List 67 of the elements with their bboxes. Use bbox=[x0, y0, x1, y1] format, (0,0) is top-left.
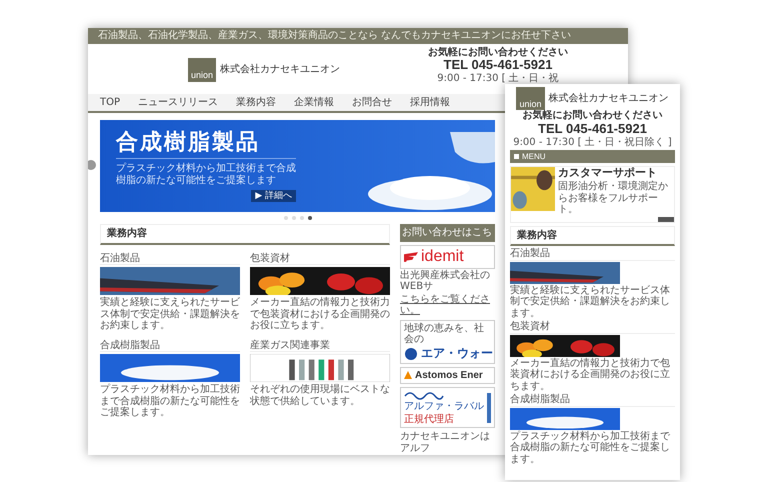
company-logo[interactable]: union bbox=[516, 87, 545, 110]
nav-link[interactable]: 企業情報 bbox=[294, 96, 334, 108]
service-title[interactable]: 産業ガス関連事業 bbox=[250, 340, 390, 352]
company-name: 株式会社カナセキユニオン bbox=[220, 64, 340, 76]
contact-lead: お気軽にお問い合わせください bbox=[428, 46, 568, 58]
flame-logo-icon bbox=[404, 371, 412, 380]
section-heading: 業務内容 bbox=[100, 224, 390, 244]
wing-logo-icon bbox=[404, 250, 418, 263]
service-description: プラスチック材料から加工技術まで合成樹脂の新たな可能性をご提案します。 bbox=[100, 384, 240, 418]
nav-link[interactable]: 業務内容 bbox=[236, 96, 276, 108]
company-name: 株式会社カナセキユニオン bbox=[548, 92, 669, 104]
partner-banner[interactable]: idemit bbox=[400, 244, 495, 269]
slide-dot[interactable] bbox=[308, 216, 312, 220]
nav-link[interactable]: TOP bbox=[100, 96, 120, 108]
previous-slide-button[interactable] bbox=[88, 160, 96, 170]
service-title[interactable]: 石油製品 bbox=[510, 248, 675, 261]
service-description: それぞれの使用現場にベストな状態で供給しています。 bbox=[250, 384, 390, 407]
slide-dot[interactable] bbox=[300, 216, 304, 220]
partner-slogan: 地球の恵みを、社会の bbox=[404, 322, 485, 346]
service-description: 実績と経験に支えられたサービス体制で安定供給・課題解決をお約束します。 bbox=[100, 297, 240, 332]
business-hours: 9:00 - 17:30 [ 土・日・祝日除く ] bbox=[512, 136, 673, 148]
service-title[interactable]: 石油製品 bbox=[100, 252, 240, 265]
service-description: メーカー直結の情報力と技術力で包装資材における企画開発のお役に立ちます。 bbox=[510, 358, 671, 392]
banner-text: プラスチック材料から加工技術まで合成 bbox=[116, 162, 296, 174]
support-banner[interactable]: カスタマーサポート 固形油分析・環境測定からお客様をフルサポート。 bbox=[510, 166, 675, 223]
phone-number: TEL 045-461-5921 bbox=[537, 122, 648, 136]
banner-text: 固形油分析・環境測定からお客様をフルサポート。 bbox=[558, 181, 669, 216]
wave-logo-icon bbox=[404, 390, 444, 400]
service-title[interactable]: 包装資材 bbox=[510, 321, 675, 334]
details-button[interactable] bbox=[658, 216, 674, 222]
business-hours: 9:00 - 17:30 [ 土・日・祝 bbox=[437, 72, 559, 84]
contact-lead: お気軽にお問い合わせください bbox=[522, 110, 664, 122]
menu-button[interactable]: MENU bbox=[510, 150, 675, 164]
circle-logo-icon bbox=[404, 348, 418, 360]
partner-banner[interactable]: 地球の恵みを、社会の エア・ウォー bbox=[400, 320, 495, 364]
sidebar-note: カナセキユニオンはアルフ bbox=[400, 431, 491, 454]
banner-title: 合成樹脂製品 bbox=[116, 130, 296, 159]
banner-text: 樹脂の新たな可能性をご提案します bbox=[116, 175, 277, 187]
nav-link[interactable]: ニュースリリース bbox=[138, 96, 218, 108]
service-description: 実績と経験に支えられたサービス体制で安定供給・課題解決をお約束します。 bbox=[510, 284, 671, 320]
partner-logo-text: Astomos Ener bbox=[415, 370, 483, 382]
service-description: メーカー直結の情報力と技術力で包装資材における企画開発のお役に立ちます。 bbox=[250, 297, 390, 332]
nav-link[interactable]: お問合せ bbox=[352, 96, 392, 108]
partner-logo-text: エア・ウォー bbox=[421, 346, 493, 361]
service-description: プラスチック材料から加工技術まで合成樹脂の新たな可能性をご提案します。 bbox=[510, 430, 671, 466]
partner-banner[interactable]: Astomos Ener bbox=[400, 366, 495, 384]
contact-banner[interactable]: お問い合わせはこち bbox=[400, 224, 495, 242]
oil-drawing bbox=[511, 167, 555, 212]
service-title[interactable]: 合成樹脂製品 bbox=[510, 394, 675, 407]
service-title[interactable]: 合成樹脂製品 bbox=[100, 340, 240, 352]
slide-dot[interactable] bbox=[292, 216, 296, 220]
partner-subtitle: 正規代理店 bbox=[404, 414, 455, 426]
photo-placeholder bbox=[487, 392, 491, 423]
phone-number: TEL 045-461-5921 bbox=[444, 58, 552, 72]
partner-logo-text: アルファ・ラバル bbox=[404, 401, 484, 413]
details-button[interactable]: ▶ 詳細へ bbox=[251, 190, 296, 202]
partner-logo-text: idemit bbox=[421, 248, 464, 266]
partner-link[interactable]: こちらをご覧ください。 bbox=[400, 294, 495, 317]
section-heading: 業務内容 bbox=[510, 226, 675, 246]
slide-dot[interactable] bbox=[284, 216, 288, 220]
nav-link[interactable]: 採用情報 bbox=[410, 96, 450, 108]
banner-title: カスタマーサポート bbox=[558, 167, 658, 180]
partner-text: 出光興産株式会社のWEBサ bbox=[400, 270, 491, 293]
partner-banner[interactable]: アルファ・ラバル 正規代理店 bbox=[400, 387, 495, 428]
company-logo[interactable]: union bbox=[188, 58, 216, 82]
service-title[interactable]: 包装資材 bbox=[250, 252, 390, 265]
top-bar-text: 石油製品、石油化学製品、産業ガス、環境対策商品のことなら なんでもカナセキユニオンにお任せ下さい bbox=[88, 28, 628, 44]
